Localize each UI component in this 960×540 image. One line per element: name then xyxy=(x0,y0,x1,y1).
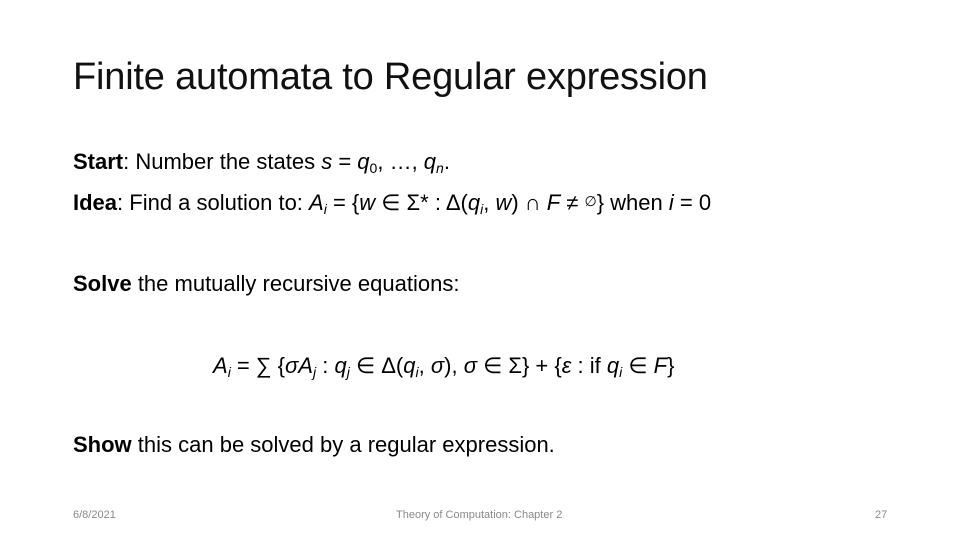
math-text: = { xyxy=(326,190,360,215)
math-text: ∈ Σ* : Δ( xyxy=(375,190,468,215)
ellipsis: , …, xyxy=(377,149,424,174)
var-w: w xyxy=(359,190,376,215)
math-text: ∈ Δ( xyxy=(349,353,404,378)
var-w: w xyxy=(495,190,512,215)
solve-text: the mutually recursive equations: xyxy=(131,271,460,296)
math-text: } xyxy=(667,353,675,378)
math-text: ≠ xyxy=(560,190,585,215)
math-text: ∈ Σ} + { xyxy=(476,353,562,378)
var-q: q xyxy=(467,190,481,215)
idea-label: Idea xyxy=(73,190,118,215)
footer-title: Theory of Computation: Chapter 2 xyxy=(396,509,563,521)
var-F: F xyxy=(546,190,561,215)
math-text: , xyxy=(418,353,431,378)
slide: Finite automata to Regular expression St… xyxy=(0,0,960,540)
equals: = xyxy=(332,149,358,174)
var-sigma: σ xyxy=(463,353,477,378)
math-text: , xyxy=(483,190,496,215)
start-line: Start: Number the states s = q0, …, qn. xyxy=(73,149,450,176)
start-text: : Number the states xyxy=(123,149,322,174)
idea-text: : Find a solution to: xyxy=(117,190,310,215)
show-label: Show xyxy=(73,432,132,457)
math-text: : xyxy=(316,353,335,378)
period: . xyxy=(443,149,450,174)
var-q: q xyxy=(334,353,347,378)
math-text: = ∑ { xyxy=(230,353,286,378)
math-text: } when xyxy=(596,190,669,215)
var-A: A xyxy=(309,190,324,215)
recursive-equation: Ai = ∑ {σAj : qj ∈ Δ(qi, σ), σ ∈ Σ} + {ε… xyxy=(213,353,674,380)
show-line: Show this can be solved by a regular exp… xyxy=(73,432,555,458)
math-text: ∈ xyxy=(622,353,654,378)
var-A: A xyxy=(213,353,228,378)
var-epsilon: ε xyxy=(561,353,572,378)
solve-line: Solve the mutually recursive equations: xyxy=(73,271,459,297)
subscript-n: n xyxy=(436,160,444,176)
var-sigma: σ xyxy=(430,353,445,378)
slide-title: Finite automata to Regular expression xyxy=(73,56,708,98)
var-q: q xyxy=(357,149,370,174)
math-text: : if xyxy=(571,353,607,378)
empty-set-symbol: ∅ xyxy=(584,193,597,209)
show-text: this can be solved by a regular expressi… xyxy=(131,432,555,457)
idea-line: Idea: Find a solution to: Ai = {w ∈ Σ* :… xyxy=(73,190,711,217)
var-sigma-A: σA xyxy=(285,353,313,378)
math-text: ) ∩ xyxy=(511,190,547,215)
slide-number: 27 xyxy=(875,509,888,521)
var-q: q xyxy=(606,353,620,378)
math-text: = 0 xyxy=(673,190,712,215)
var-s: s xyxy=(321,149,333,174)
math-text: ), xyxy=(444,353,464,378)
var-q: q xyxy=(403,353,416,378)
footer-date: 6/8/2021 xyxy=(73,509,116,521)
solve-label: Solve xyxy=(73,271,132,296)
var-q: q xyxy=(423,149,437,174)
start-label: Start xyxy=(73,149,124,174)
var-F: F xyxy=(653,353,668,378)
